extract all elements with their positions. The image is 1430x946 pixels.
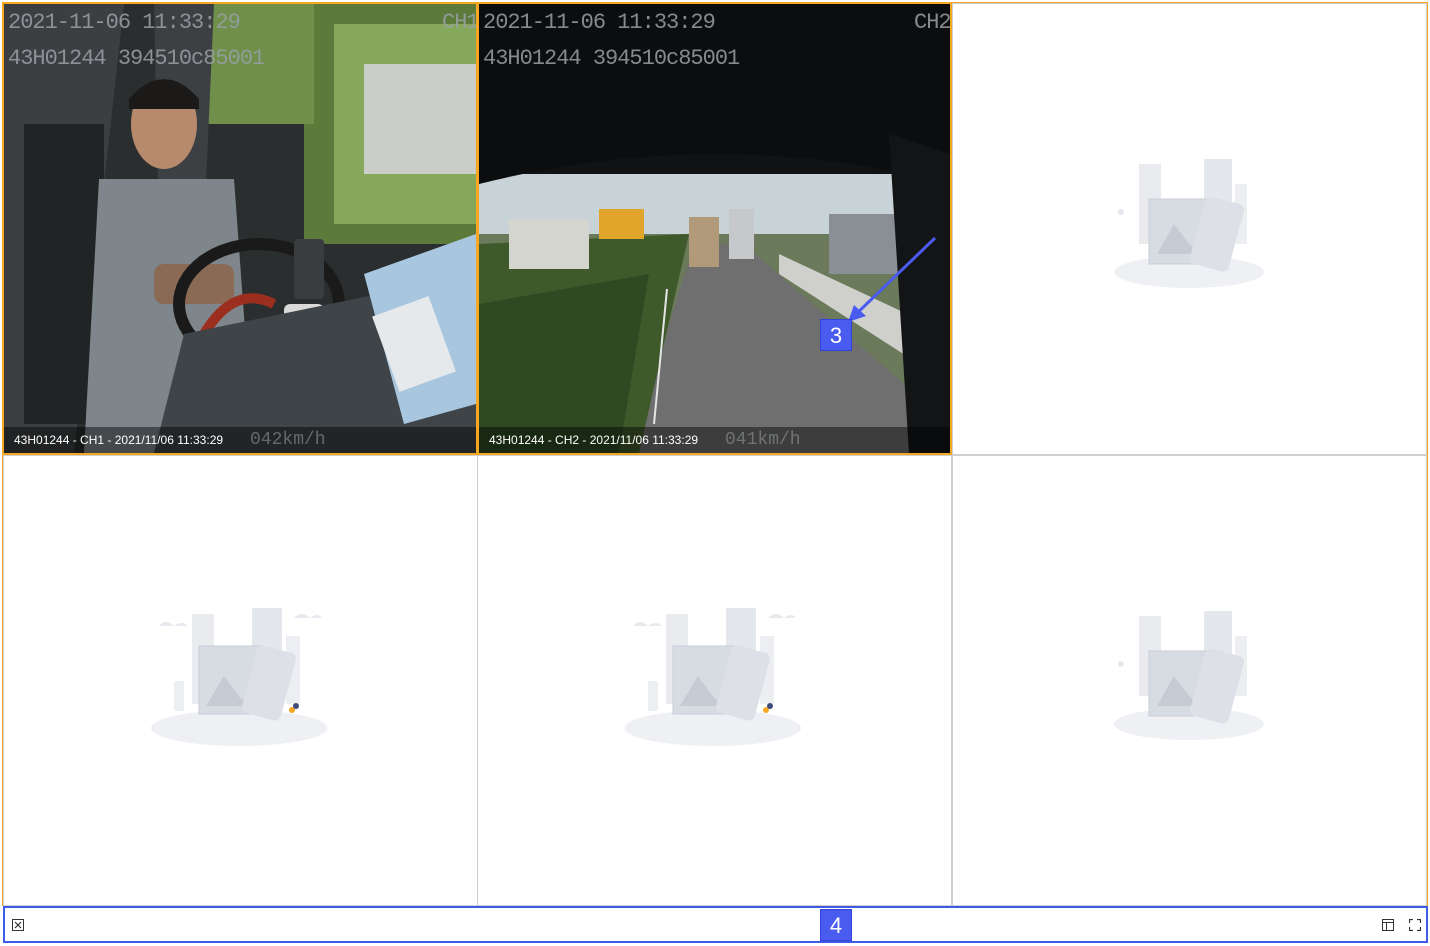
osd-date: 2021-11-06 11:33:29 bbox=[8, 10, 241, 35]
video-cell-empty-3[interactable] bbox=[952, 3, 1427, 455]
road-camera-frame bbox=[479, 4, 950, 453]
osd-date: 2021-11-06 11:33:29 bbox=[483, 10, 716, 35]
layout-icon[interactable] bbox=[1382, 919, 1394, 931]
caption-text: 43H01244 - CH1 - 2021/11/06 11:33:29 bbox=[14, 433, 224, 447]
video-caption: 042km/h 43H01244 - CH1 - 2021/11/06 11:3… bbox=[4, 427, 476, 453]
video-caption: 041km/h 43H01244 - CH2 - 2021/11/06 11:3… bbox=[479, 427, 950, 453]
video-cell-empty-5[interactable] bbox=[477, 455, 952, 906]
annotation-marker-4: 4 bbox=[820, 909, 852, 941]
no-video-illustration bbox=[1114, 159, 1264, 288]
osd-channel: CH1 bbox=[442, 10, 478, 35]
video-toolbar bbox=[3, 906, 1428, 943]
annotation-marker-3: 3 bbox=[820, 319, 852, 351]
video-cell-empty-4[interactable] bbox=[3, 455, 478, 906]
osd-plate: 43H01244 394510c85001 bbox=[483, 46, 740, 71]
osd-plate: 43H01244 394510c85001 bbox=[8, 46, 265, 71]
no-video-illustration bbox=[151, 608, 327, 746]
fullscreen-icon[interactable] bbox=[1409, 919, 1421, 931]
osd-channel: CH2 bbox=[914, 10, 951, 35]
no-video-illustration bbox=[1114, 611, 1264, 740]
video-cell-empty-6[interactable] bbox=[952, 455, 1427, 906]
driver-camera-frame bbox=[4, 4, 476, 453]
video-cell-ch1[interactable]: 2021-11-06 11:33:29 CH1 43H01244 394510c… bbox=[2, 2, 478, 455]
no-video-illustration bbox=[625, 608, 801, 746]
speed-overlay: 042km/h bbox=[250, 430, 326, 450]
speed-overlay: 041km/h bbox=[725, 430, 801, 450]
video-cell-ch2[interactable]: 2021-11-06 11:33:29 CH2 43H01244 394510c… bbox=[477, 2, 952, 455]
close-box-icon[interactable] bbox=[12, 919, 24, 931]
caption-text: 43H01244 - CH2 - 2021/11/06 11:33:29 bbox=[489, 433, 699, 447]
